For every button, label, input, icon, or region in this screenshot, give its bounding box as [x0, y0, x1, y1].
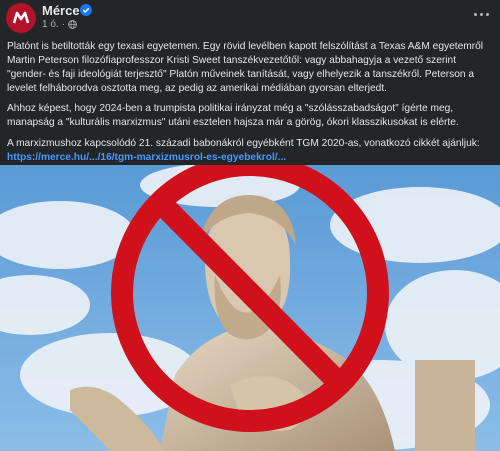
- merce-logo-icon: [12, 11, 30, 24]
- meta-separator: ·: [61, 19, 66, 30]
- more-options-icon[interactable]: [470, 6, 492, 22]
- post-header: Mérce 1 ó. ·: [0, 0, 500, 36]
- post-paragraph-2: Ahhoz képest, hogy 2024-ben a trumpista …: [7, 103, 459, 129]
- post-meta: 1 ó. ·: [42, 19, 77, 30]
- article-link[interactable]: https://merce.hu/.../16/tgm-marxizmusrol…: [7, 152, 286, 163]
- post-paragraph-3: A marxizmushoz kapcsolódó 21. századi ba…: [7, 137, 493, 165]
- post-time[interactable]: 1 ó.: [42, 19, 59, 30]
- page-name[interactable]: Mérce: [42, 3, 80, 18]
- post-text: Platónt is betiltották egy texasi egyete…: [7, 40, 493, 171]
- facebook-post: Mérce 1 ó. · Platónt is betiltották egy …: [0, 0, 500, 451]
- dot: [473, 12, 477, 16]
- verified-badge-icon: [80, 4, 92, 16]
- dot: [485, 12, 489, 16]
- dot: [479, 12, 483, 16]
- post-paragraph-1: Platónt is betiltották egy texasi egyete…: [7, 41, 484, 95]
- page-avatar[interactable]: [6, 3, 36, 33]
- post-image[interactable]: [0, 165, 500, 451]
- post-paragraph-3-text: A marxizmushoz kapcsolódó 21. századi ba…: [7, 137, 480, 149]
- plato-statue-image: [0, 165, 500, 451]
- globe-icon: [68, 20, 77, 29]
